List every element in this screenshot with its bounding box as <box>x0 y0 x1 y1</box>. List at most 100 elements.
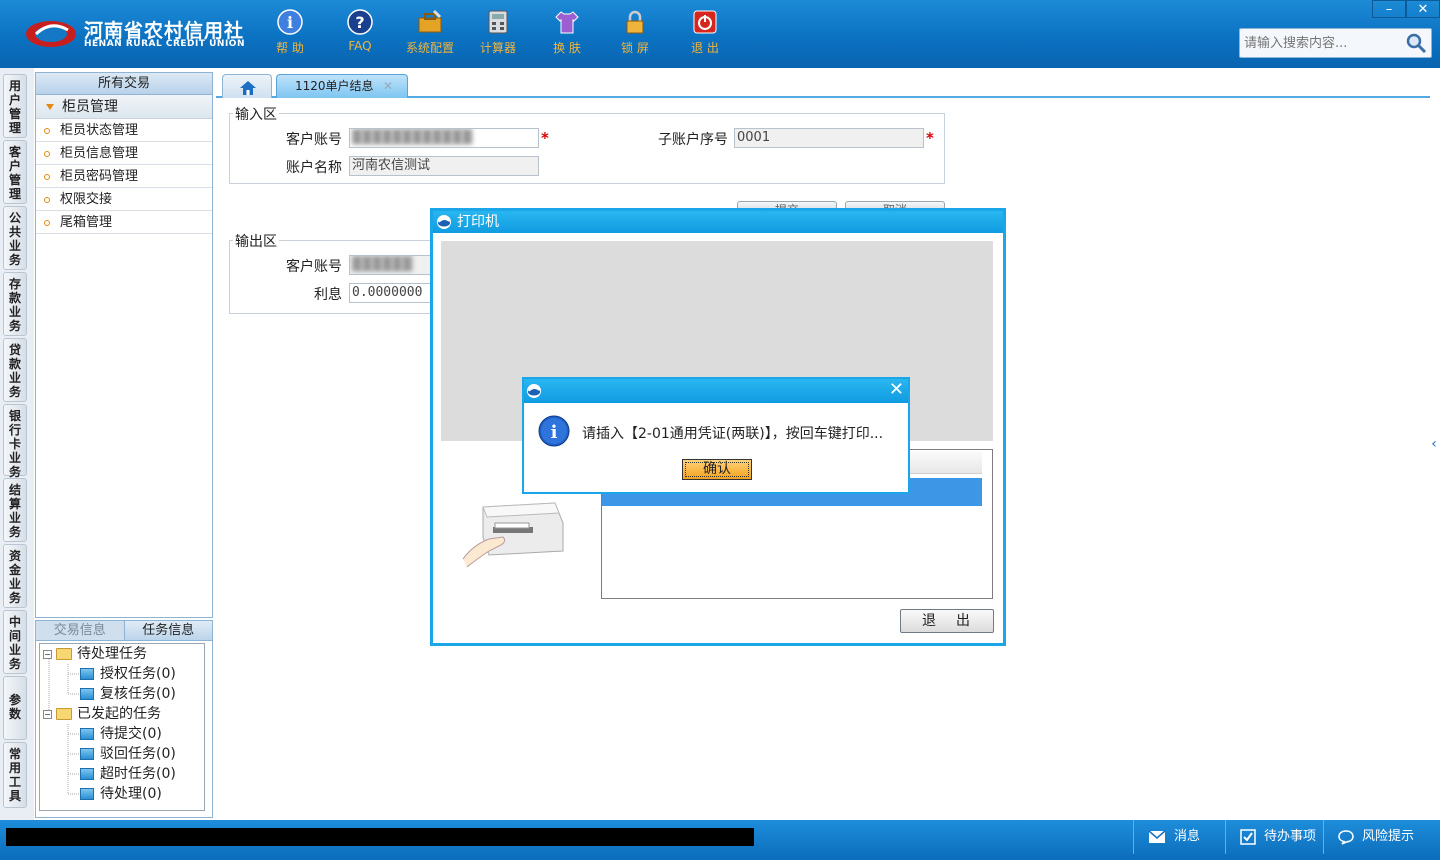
help-button[interactable]: i 帮 助 <box>255 8 325 62</box>
window-close-button[interactable]: ✕ <box>1406 0 1440 18</box>
logo-emblem-icon <box>26 21 76 47</box>
system-config-button[interactable]: 系统配置 <box>395 8 465 62</box>
printer-dialog-titlebar: 打印机 <box>433 211 1003 233</box>
account-name-input[interactable]: 河南农信测试 <box>349 156 539 176</box>
menu-item-teller-status[interactable]: 柜员状态管理 <box>36 119 212 142</box>
tree-node-label: 超时任务(0) <box>100 766 176 782</box>
menu-item-label: 尾箱管理 <box>60 215 113 230</box>
tree-node-timeout[interactable]: 超时任务(0) <box>80 764 176 784</box>
status-bar: 消息 待办事项 风险提示 <box>0 820 1440 860</box>
change-skin-label: 换 肤 <box>553 41 581 55</box>
app-emblem-icon <box>527 384 541 398</box>
side-menu-title: 所有交易 <box>36 73 212 95</box>
collapse-icon[interactable]: − <box>43 709 52 719</box>
faq-button[interactable]: ? FAQ <box>325 8 395 62</box>
tab-task-info[interactable]: 任务信息 <box>124 621 212 640</box>
menu-item-label: 柜员密码管理 <box>60 169 139 184</box>
task-doc-icon <box>80 788 94 800</box>
confirm-button[interactable]: 确认 <box>682 459 752 480</box>
menu-group-teller-management[interactable]: 柜员管理 <box>36 95 212 119</box>
expand-arrow-icon <box>46 104 54 110</box>
svg-text:?: ? <box>355 13 364 32</box>
help-label: 帮 助 <box>276 41 304 55</box>
folder-open-icon <box>56 648 72 660</box>
menu-group-label: 柜员管理 <box>62 99 118 115</box>
category-parameters[interactable]: 参数 <box>3 676 27 740</box>
category-fund-business[interactable]: 资金业务 <box>3 544 27 608</box>
task-doc-icon <box>80 688 94 700</box>
category-intermediary-business[interactable]: 中间业务 <box>3 610 27 674</box>
task-doc-icon <box>80 748 94 760</box>
tab-1120-interest-settlement[interactable]: 1120单户结息 ✕ <box>276 74 408 98</box>
search-input[interactable] <box>1244 33 1404 53</box>
tab-home[interactable] <box>222 74 272 98</box>
exit-label: 退 出 <box>691 41 719 55</box>
system-config-label: 系统配置 <box>405 41 454 55</box>
account-input[interactable]: ████████████ <box>349 128 539 148</box>
insert-voucher-message-box: ✕ i 请插入【2-01通用凭证(两联)】，按回车键打印... 确认 <box>522 377 910 494</box>
tree-node-rejected[interactable]: 驳回任务(0) <box>80 744 176 764</box>
category-customer-management[interactable]: 客户管理 <box>3 140 27 204</box>
task-doc-icon <box>80 668 94 680</box>
mail-icon <box>1148 829 1166 843</box>
message-text: 请插入【2-01通用凭证(两联)】，按回车键打印... <box>582 426 884 442</box>
category-bank-card-business[interactable]: 银行卡业务 <box>3 404 27 479</box>
folder-open-icon <box>56 708 72 720</box>
lock-screen-button[interactable]: 锁 屏 <box>600 8 670 62</box>
messages-button[interactable]: 消息 <box>1133 820 1225 854</box>
output-section-legend: 输出区 <box>233 231 279 251</box>
category-bar: 用户管理 客户管理 公共业务 存款业务 贷款业务 银行卡业务 结算业务 资金业务… <box>0 68 34 820</box>
printer-exit-button[interactable]: 退出 <box>900 609 994 633</box>
calculator-button[interactable]: 计算器 <box>463 8 533 62</box>
tab-close-icon[interactable]: ✕ <box>383 75 393 97</box>
toolbox-icon <box>418 9 442 33</box>
exit-button[interactable]: 退 出 <box>670 8 740 62</box>
menu-item-label: 柜员状态管理 <box>60 123 139 138</box>
tree-node-auth-tasks[interactable]: 授权任务(0) <box>80 664 176 684</box>
printer-illustration-icon <box>462 502 564 568</box>
search-icon[interactable] <box>1404 31 1428 55</box>
category-settlement-business[interactable]: 结算业务 <box>3 478 27 542</box>
risk-alert-label: 风险提示 <box>1362 829 1415 844</box>
collapse-icon[interactable]: − <box>43 649 52 659</box>
tab-label: 1120单户结息 <box>295 79 374 93</box>
todo-button[interactable]: 待办事项 <box>1225 820 1323 854</box>
menu-item-teller-info[interactable]: 柜员信息管理 <box>36 142 212 165</box>
task-panel: 交易信息 任务信息 − 待处理任务 授权任务(0) 复核任务(0) − 已发起的任务… <box>35 620 213 818</box>
message-box-close-button[interactable]: ✕ <box>889 380 904 400</box>
risk-alert-button[interactable]: 风险提示 <box>1323 820 1440 854</box>
menu-item-teller-password[interactable]: 柜员密码管理 <box>36 165 212 188</box>
change-skin-button[interactable]: 换 肤 <box>532 8 602 62</box>
tree-node-pending-tasks[interactable]: − 待处理任务 <box>43 644 147 664</box>
category-user-management[interactable]: 用户管理 <box>3 74 27 138</box>
window-minimize-button[interactable]: – <box>1372 0 1406 18</box>
subaccount-input[interactable]: 0001 <box>734 128 924 148</box>
svg-text:i: i <box>551 422 558 443</box>
calculator-label: 计算器 <box>479 41 516 55</box>
bullet-icon <box>44 127 50 134</box>
tree-node-to-process[interactable]: 待处理(0) <box>80 784 162 804</box>
interest-value: 0.0000000 <box>349 283 431 303</box>
category-deposit-business[interactable]: 存款业务 <box>3 272 27 336</box>
category-loan-business[interactable]: 贷款业务 <box>3 338 27 402</box>
menu-item-permission-handover[interactable]: 权限交接 <box>36 188 212 211</box>
task-panel-tabs: 交易信息 任务信息 <box>36 621 212 641</box>
tree-node-to-submit[interactable]: 待提交(0) <box>80 724 162 744</box>
svg-text:i: i <box>287 13 293 32</box>
tree-node-initiated-tasks[interactable]: − 已发起的任务 <box>43 704 161 724</box>
calculator-icon <box>488 10 508 34</box>
required-mark: * <box>541 129 549 147</box>
app-emblem-icon <box>437 215 451 229</box>
bullet-icon <box>44 173 50 180</box>
home-icon <box>240 81 256 95</box>
category-common-tools[interactable]: 常用工具 <box>3 742 27 808</box>
tab-transaction-info[interactable]: 交易信息 <box>36 621 125 640</box>
tree-node-review-tasks[interactable]: 复核任务(0) <box>80 684 176 704</box>
main-tab-strip: 1120单户结息 ✕ <box>216 72 1430 98</box>
task-doc-icon <box>80 728 94 740</box>
category-public-business[interactable]: 公共业务 <box>3 206 27 270</box>
menu-item-cash-box[interactable]: 尾箱管理 <box>36 211 212 234</box>
bullet-icon <box>44 196 50 203</box>
shirt-icon <box>555 11 579 34</box>
collapse-right-panel-icon[interactable]: ‹ <box>1428 424 1440 464</box>
